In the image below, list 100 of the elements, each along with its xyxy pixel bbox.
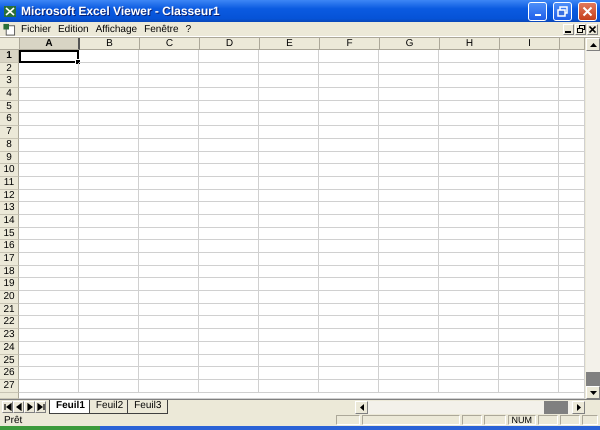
row-header[interactable]: 25 — [0, 354, 19, 368]
table-cell[interactable] — [439, 126, 499, 139]
table-cell[interactable] — [199, 75, 259, 88]
table-cell[interactable] — [259, 291, 319, 304]
menu-item[interactable]: Affichage — [94, 24, 142, 34]
table-cell[interactable] — [379, 126, 439, 139]
menu-item[interactable]: Edition — [56, 24, 94, 34]
vertical-scrollbar[interactable] — [585, 38, 600, 399]
table-cell[interactable] — [259, 253, 319, 266]
table-cell[interactable] — [199, 228, 259, 240]
table-cell[interactable] — [139, 100, 199, 114]
table-cell[interactable] — [259, 240, 319, 253]
table-cell[interactable] — [79, 214, 139, 228]
table-cell[interactable] — [319, 316, 379, 330]
table-cell[interactable] — [499, 266, 559, 278]
table-cell[interactable] — [199, 190, 259, 202]
table-cell[interactable] — [199, 240, 259, 253]
table-cell[interactable] — [319, 367, 379, 380]
row-header[interactable]: 3 — [0, 75, 19, 88]
table-cell[interactable] — [379, 176, 439, 190]
table-cell[interactable] — [439, 202, 499, 215]
table-cell[interactable] — [379, 342, 439, 354]
table-cell[interactable] — [259, 214, 319, 228]
menu-item[interactable]: ? — [184, 24, 196, 34]
table-cell[interactable] — [139, 126, 199, 139]
table-cell[interactable] — [379, 291, 439, 304]
table-cell[interactable] — [139, 75, 199, 88]
menu-item[interactable]: Fenêtre — [142, 24, 184, 34]
row-header[interactable]: 23 — [0, 329, 19, 342]
row-header[interactable]: 2 — [0, 62, 19, 76]
table-cell[interactable] — [139, 214, 199, 228]
row-header[interactable]: 13 — [0, 202, 19, 215]
table-cell[interactable] — [499, 253, 559, 266]
scroll-up-button[interactable] — [586, 38, 600, 51]
table-cell[interactable] — [379, 62, 439, 76]
table-cell[interactable] — [499, 190, 559, 202]
table-cell[interactable] — [199, 329, 259, 342]
table-cell[interactable] — [139, 278, 199, 292]
row-header[interactable]: 10 — [0, 164, 19, 177]
table-cell[interactable] — [199, 88, 259, 101]
table-cell[interactable] — [19, 240, 79, 253]
table-cell[interactable] — [259, 228, 319, 240]
table-cell[interactable] — [199, 380, 259, 393]
table-cell[interactable] — [319, 202, 379, 215]
row-header[interactable]: 1 — [0, 50, 19, 63]
row-header[interactable]: 8 — [0, 138, 19, 152]
table-cell[interactable] — [19, 380, 79, 393]
table-cell[interactable] — [19, 138, 79, 152]
table-cell[interactable] — [379, 190, 439, 202]
table-cell[interactable] — [499, 354, 559, 368]
table-cell[interactable] — [79, 126, 139, 139]
table-cell[interactable] — [319, 190, 379, 202]
table-cell[interactable] — [379, 367, 439, 380]
table-cell[interactable] — [139, 152, 199, 164]
table-cell[interactable] — [79, 164, 139, 177]
table-cell[interactable] — [259, 62, 319, 76]
restore-button[interactable] — [553, 2, 572, 20]
table-cell[interactable] — [439, 176, 499, 190]
column-header[interactable]: A — [20, 38, 80, 50]
doc-close-button[interactable] — [587, 24, 598, 34]
table-cell[interactable] — [439, 62, 499, 76]
table-cell[interactable] — [499, 100, 559, 114]
table-cell[interactable] — [199, 138, 259, 152]
table-cell[interactable] — [499, 126, 559, 139]
table-cell[interactable] — [79, 253, 139, 266]
table-cell[interactable] — [259, 202, 319, 215]
doc-restore-button[interactable] — [575, 24, 586, 34]
table-cell[interactable] — [19, 367, 79, 380]
table-cell[interactable] — [79, 75, 139, 88]
table-cell[interactable] — [199, 354, 259, 368]
table-cell[interactable] — [139, 228, 199, 240]
row-header[interactable]: 19 — [0, 278, 19, 292]
row-header[interactable]: 9 — [0, 152, 19, 164]
table-cell[interactable] — [259, 50, 319, 63]
table-cell[interactable] — [19, 266, 79, 278]
table-cell[interactable] — [319, 380, 379, 393]
table-cell[interactable] — [79, 100, 139, 114]
table-cell[interactable] — [379, 240, 439, 253]
table-cell[interactable] — [139, 253, 199, 266]
table-cell[interactable] — [19, 100, 79, 114]
scrollbar-thumb[interactable] — [586, 372, 600, 386]
table-cell[interactable] — [259, 75, 319, 88]
table-cell[interactable] — [379, 266, 439, 278]
table-cell[interactable] — [319, 126, 379, 139]
row-header[interactable]: 5 — [0, 100, 19, 114]
table-cell[interactable] — [79, 62, 139, 76]
table-cell[interactable] — [19, 88, 79, 101]
table-cell[interactable] — [79, 50, 139, 63]
table-cell[interactable] — [139, 176, 199, 190]
table-cell[interactable] — [199, 266, 259, 278]
sheet-tab[interactable]: Feuil3 — [127, 400, 168, 414]
table-cell[interactable] — [319, 266, 379, 278]
table-cell[interactable] — [319, 176, 379, 190]
table-cell[interactable] — [439, 100, 499, 114]
table-cell[interactable] — [499, 228, 559, 240]
table-cell[interactable] — [439, 304, 499, 316]
row-header[interactable]: 12 — [0, 190, 19, 202]
table-cell[interactable] — [79, 266, 139, 278]
table-cell[interactable] — [79, 113, 139, 126]
column-header[interactable]: I — [500, 38, 560, 50]
